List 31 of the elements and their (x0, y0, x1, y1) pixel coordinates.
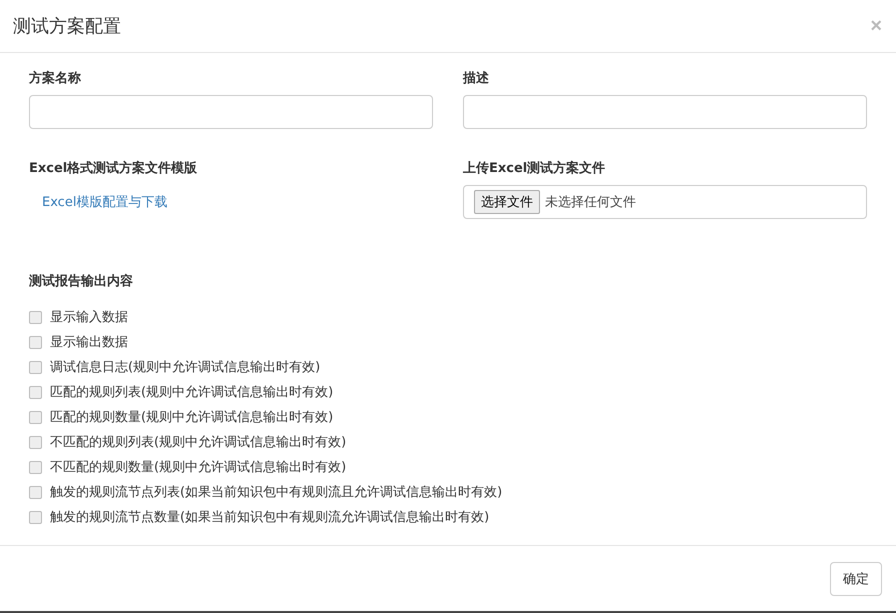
checkbox[interactable] (29, 510, 42, 524)
download-link[interactable]: Excel模版配置与下载 (42, 193, 168, 211)
checkbox[interactable] (29, 486, 42, 498)
option-label: 不匹配的规则数量(规则中允许调试信息输出时有效) (50, 459, 346, 476)
option-label: 调试信息日志(规则中允许调试信息输出时有效) (50, 359, 320, 376)
choose-file-button[interactable]: 选择文件 (474, 190, 540, 214)
text-field[interactable] (463, 95, 867, 129)
field-label: Excel格式测试方案文件模版 (29, 161, 198, 177)
file-status: 未选择任何文件 (545, 194, 636, 211)
checkbox[interactable] (29, 336, 42, 348)
option-label: 显示输出数据 (50, 334, 128, 351)
file-field[interactable]: 选择文件 未选择任何文件 (463, 185, 867, 219)
option-label: 触发的规则流节点数量(如果当前知识包中有规则流允许调试信息输出时有效) (50, 509, 490, 526)
checkbox[interactable] (29, 460, 42, 474)
option-label: 匹配的规则列表(规则中允许调试信息输出时有效) (50, 384, 334, 401)
option-label: 触发的规则流节点列表(如果当前知识包中有规则流且允许调试信息输出时有效) (50, 484, 502, 501)
option-label: 不匹配的规则列表(规则中允许调试信息输出时有效) (50, 434, 346, 451)
field-label: 方案名称 (29, 71, 81, 87)
checkbox[interactable] (29, 360, 42, 374)
section-label: 测试报告输出内容 (29, 274, 133, 290)
confirm-button[interactable]: 确定 (830, 562, 882, 596)
field-label: 上传Excel测试方案文件 (463, 161, 606, 177)
checkbox[interactable] (29, 410, 42, 424)
checkbox[interactable] (29, 386, 42, 398)
option-label: 显示输入数据 (50, 309, 128, 326)
text-field[interactable] (29, 95, 433, 129)
checkbox[interactable] (29, 310, 42, 324)
option-label: 匹配的规则数量(规则中允许调试信息输出时有效) (50, 409, 334, 426)
dialog-title: 测试方案配置 (13, 15, 121, 38)
field-label: 描述 (463, 71, 489, 87)
checkbox[interactable] (29, 436, 42, 448)
